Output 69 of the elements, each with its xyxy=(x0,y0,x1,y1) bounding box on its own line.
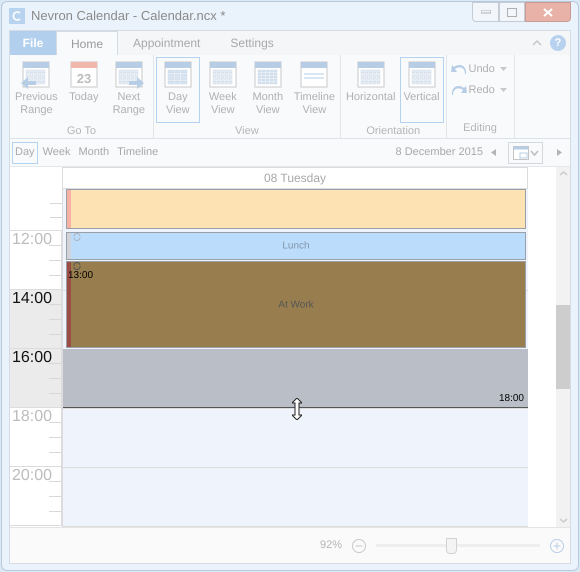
view-tab[interactable]: Month xyxy=(75,142,112,164)
day-header: 08 Tuesday xyxy=(62,167,528,189)
ribbon-button[interactable]: Previous Range xyxy=(12,57,61,123)
event-title: Lunch xyxy=(281,240,311,254)
zoom-percent: 92% xyxy=(320,538,342,554)
ribbon-tab[interactable]: Settings xyxy=(215,31,289,55)
calendar-event[interactable] xyxy=(66,189,526,229)
chevron-down-icon xyxy=(530,150,538,156)
chevron-down-icon xyxy=(558,518,568,523)
minimize-button[interactable] xyxy=(472,2,499,22)
close-icon xyxy=(543,8,553,16)
zoom-in-icon[interactable] xyxy=(550,538,564,552)
slider-thumb[interactable] xyxy=(446,538,458,554)
caret-icon xyxy=(500,88,507,92)
group-label: Editing xyxy=(463,120,497,136)
ribbon-button[interactable]: Week View xyxy=(200,57,245,123)
hour-label: 18:00 xyxy=(12,408,52,426)
event-start-time: 13:00 xyxy=(68,270,94,281)
event-title: At Work xyxy=(277,298,315,312)
caret-icon xyxy=(500,67,507,72)
help-button[interactable]: ? xyxy=(550,35,566,51)
hour-label: 12:00 xyxy=(12,231,52,249)
calendar-icon xyxy=(512,145,528,160)
zoom-out-icon[interactable] xyxy=(352,538,366,552)
current-date: 8 December 2015 xyxy=(396,145,483,160)
chevron-up-icon xyxy=(558,171,568,176)
previous-icon[interactable] xyxy=(491,149,496,156)
event-end-time: 18:00 xyxy=(498,392,524,406)
ribbon-button[interactable]: Day View xyxy=(156,57,200,123)
view-tab[interactable]: Week xyxy=(40,142,74,164)
ribbon-tab[interactable]: Appointment xyxy=(118,31,216,55)
ribbon-tab[interactable]: Home xyxy=(56,31,118,55)
hour-label: 14:00 xyxy=(12,290,52,308)
calendar-event[interactable]: 13:00 At Work xyxy=(66,261,526,348)
group-label: Orientation xyxy=(366,124,420,139)
editing-button[interactable]: Undo xyxy=(450,61,507,78)
maximize-button[interactable] xyxy=(499,2,525,22)
recurrence-icon xyxy=(73,233,81,241)
group-label: Go To xyxy=(66,124,96,139)
next-icon[interactable] xyxy=(557,149,562,156)
zoom-slider[interactable] xyxy=(376,538,540,554)
view-tab[interactable]: Day xyxy=(12,142,38,164)
editing-button[interactable]: Redo xyxy=(450,82,507,98)
recurrence-icon xyxy=(73,262,81,270)
ribbon-button[interactable]: Month View xyxy=(246,57,290,123)
date-picker-button[interactable] xyxy=(508,142,543,164)
group-label: View xyxy=(235,124,259,139)
ribbon-button[interactable]: Horizontal xyxy=(342,57,398,123)
hour-label: 16:00 xyxy=(12,349,52,367)
ribbon-button[interactable]: Vertical xyxy=(400,57,444,123)
hour-label: 20:00 xyxy=(12,467,52,485)
window-title: Nevron Calendar - Calendar.ncx * xyxy=(31,7,226,26)
scrollbar-thumb[interactable] xyxy=(556,305,570,389)
app-icon xyxy=(9,8,25,24)
maximize-icon xyxy=(507,8,517,16)
ribbon-button[interactable]: 23 Today xyxy=(62,57,106,123)
calendar-event[interactable]: 18:00 xyxy=(63,349,528,408)
ribbon-button[interactable]: Next Range xyxy=(106,57,151,123)
collapse-icon[interactable] xyxy=(532,40,542,46)
redo-arrow-icon xyxy=(450,84,466,96)
undo-arrow-icon xyxy=(450,63,466,76)
resize-cursor-icon xyxy=(292,398,302,420)
view-tab[interactable]: Timeline xyxy=(114,142,162,164)
calendar-event[interactable]: Lunch xyxy=(66,232,526,260)
close-button[interactable] xyxy=(525,2,571,22)
file-tab[interactable]: File xyxy=(10,31,56,55)
minimize-icon xyxy=(480,10,490,14)
vertical-scrollbar[interactable] xyxy=(556,167,570,527)
ribbon-button[interactable]: Timeline View xyxy=(290,57,338,123)
